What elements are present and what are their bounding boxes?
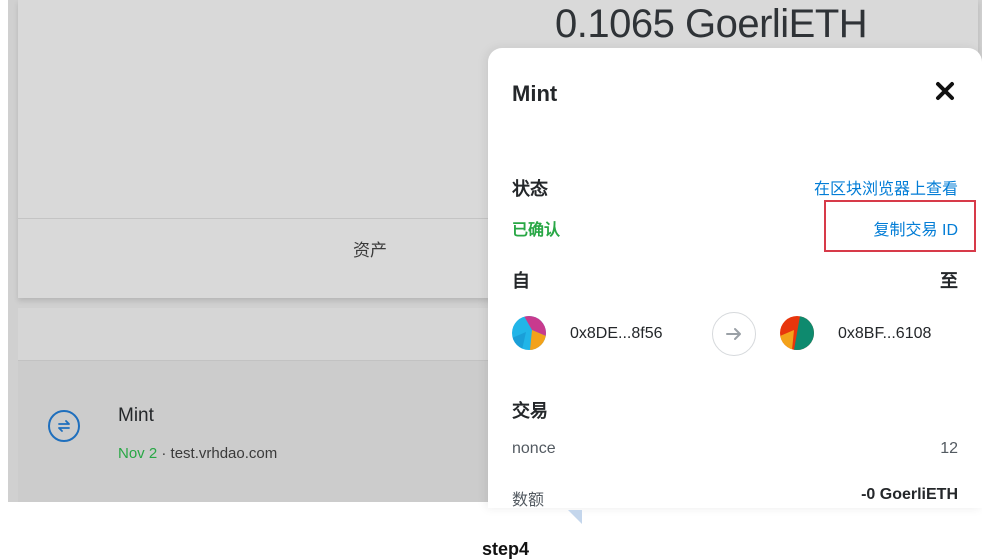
status-label: 状态 — [512, 179, 548, 199]
highlight-box — [824, 200, 976, 252]
balance-amount: 0.1065 GoerliETH — [555, 2, 868, 46]
amount-value: -0 GoerliETH — [861, 486, 958, 503]
activity-date: Nov 2 — [118, 445, 158, 462]
modal-title: Mint — [512, 81, 558, 106]
close-icon[interactable] — [932, 78, 958, 104]
activity-subtitle: Nov 2 · test.vrhdao.com — [118, 445, 277, 462]
from-label: 自 — [512, 271, 530, 291]
nonce-key: nonce — [512, 440, 556, 457]
activity-origin: test.vrhdao.com — [170, 445, 278, 462]
nonce-value: 12 — [940, 440, 958, 457]
arrow-right-icon — [712, 312, 756, 356]
view-on-explorer-link[interactable]: 在区块浏览器上查看 — [814, 175, 958, 199]
to-label: 至 — [940, 271, 958, 291]
tab-assets[interactable]: 资产 — [353, 236, 387, 261]
amount-key: 数额 — [512, 492, 545, 508]
from-address[interactable]: 0x8DE...8f56 — [570, 325, 663, 343]
decorative-triangle — [568, 510, 582, 524]
step-caption: step4 — [482, 539, 530, 559]
to-avatar — [780, 316, 814, 350]
activity-title: Mint — [118, 405, 154, 426]
swap-arrows-icon — [48, 410, 80, 442]
activity-separator: · — [157, 445, 171, 462]
transaction-details-modal: Mint 状态 在区块浏览器上查看 已确认 复制交易 ID 自 至 0x8DE.… — [488, 48, 982, 508]
status-value: 已确认 — [512, 222, 561, 239]
from-avatar — [512, 316, 546, 350]
transaction-label: 交易 — [512, 401, 548, 421]
to-address[interactable]: 0x8BF...6108 — [838, 325, 931, 343]
